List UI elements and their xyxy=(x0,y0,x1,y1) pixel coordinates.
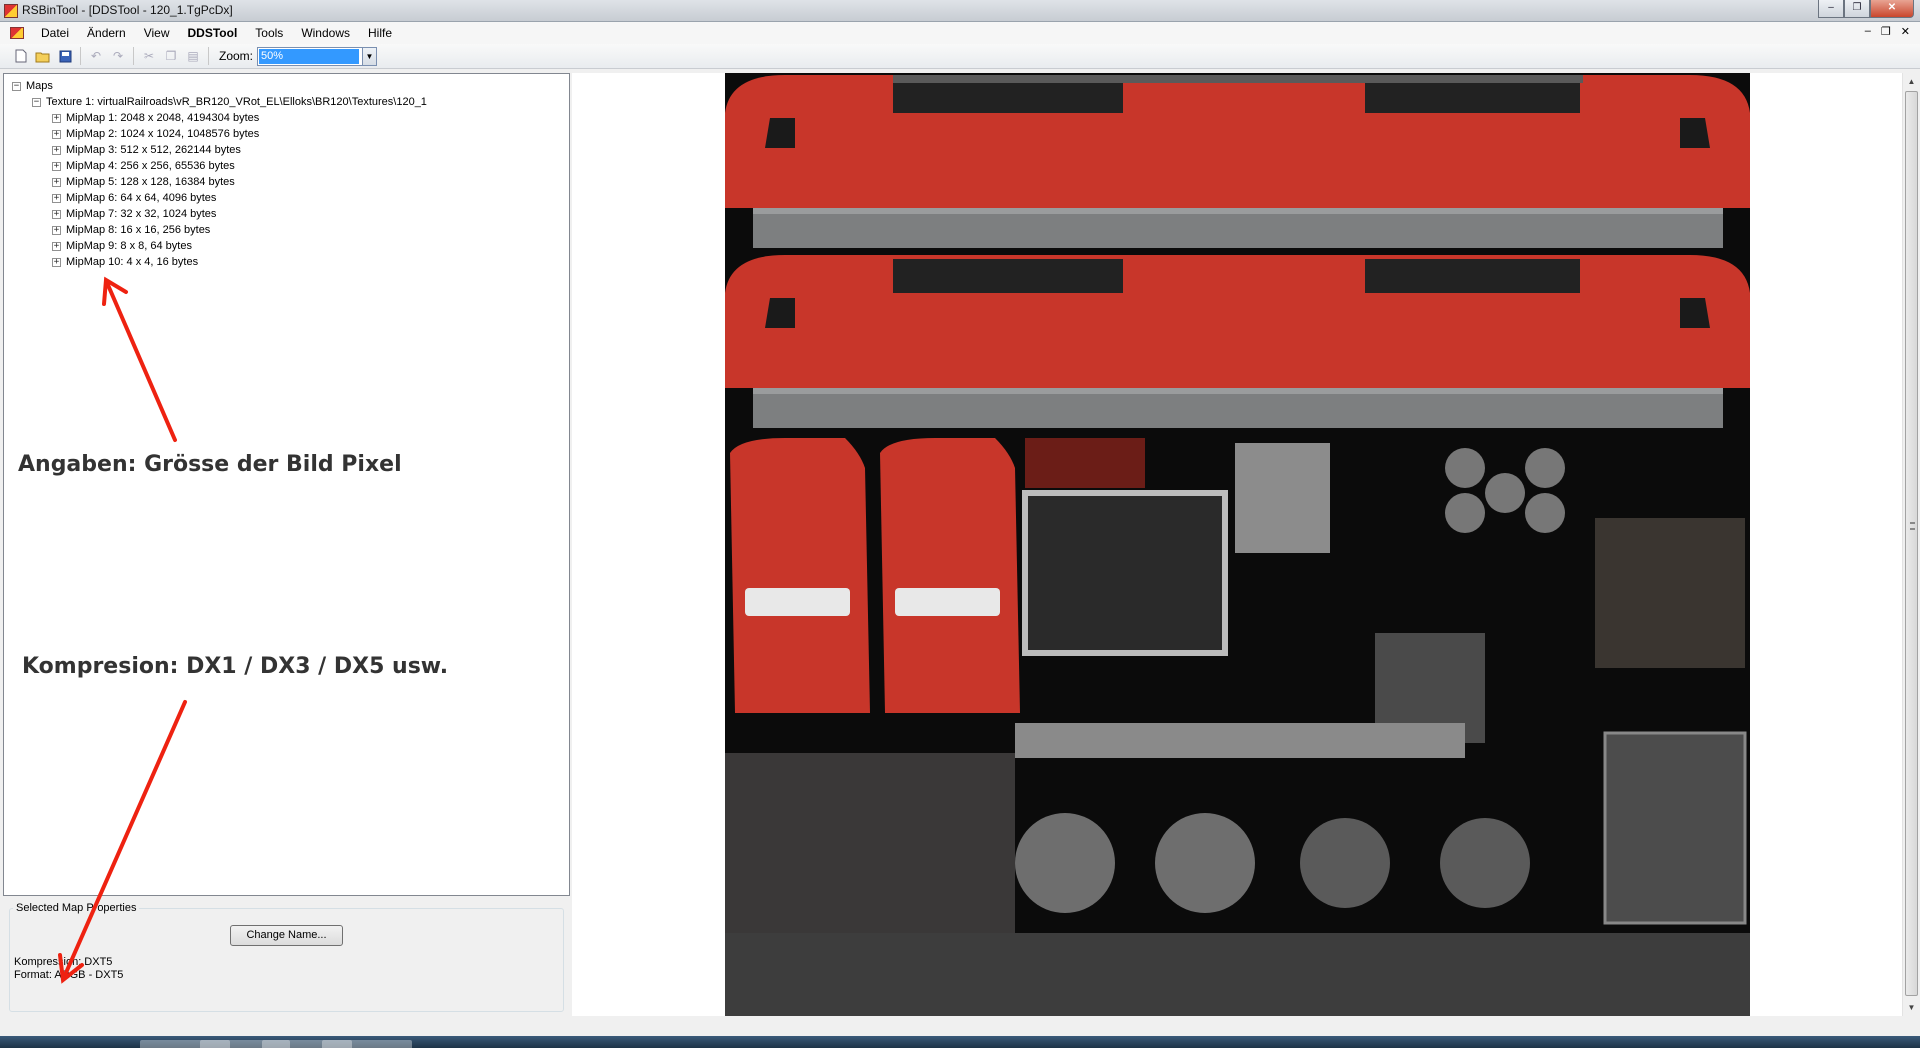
expand-icon[interactable]: + xyxy=(52,177,61,187)
expand-icon[interactable]: + xyxy=(52,257,61,267)
tree-node-mipmap[interactable]: + MipMap 10: 4 x 4, 16 bytes xyxy=(12,254,427,270)
tree-label: Texture 1: virtualRailroads\vR_BR120_VRo… xyxy=(46,96,427,108)
collapse-icon[interactable]: − xyxy=(32,97,41,107)
redo-icon[interactable]: ↷ xyxy=(107,46,129,66)
close-button[interactable]: ✕ xyxy=(1870,0,1914,18)
tree-label: MipMap 5: 128 x 128, 16384 bytes xyxy=(66,176,235,188)
tree-label: MipMap 4: 256 x 256, 65536 bytes xyxy=(66,160,235,172)
maps-tree-panel[interactable]: − Maps − Texture 1: virtualRailroads\vR_… xyxy=(3,73,570,896)
taskbar xyxy=(0,1036,1920,1048)
document-icon[interactable] xyxy=(10,27,24,39)
tree-label: MipMap 3: 512 x 512, 262144 bytes xyxy=(66,144,241,156)
tree-node-maps[interactable]: − Maps xyxy=(12,78,427,94)
toolbar: ↶ ↷ ✂ ❐ ▤ Zoom: 50% ▼ xyxy=(0,44,1920,69)
expand-icon[interactable]: + xyxy=(52,129,61,139)
collapse-icon[interactable]: − xyxy=(12,81,21,91)
menu-aendern[interactable]: Ändern xyxy=(78,22,135,44)
scroll-down-icon[interactable]: ▼ xyxy=(1903,999,1920,1016)
toolbar-separator xyxy=(208,47,209,65)
expand-icon[interactable]: + xyxy=(52,161,61,171)
minimize-button[interactable]: – xyxy=(1818,0,1844,18)
menu-bar: Datei Ändern View DDSTool Tools Windows … xyxy=(0,22,1920,44)
menu-tools[interactable]: Tools xyxy=(246,22,292,44)
mdi-restore-button[interactable]: ❐ xyxy=(1881,25,1891,38)
tree-label: MipMap 7: 32 x 32, 1024 bytes xyxy=(66,208,217,220)
expand-icon[interactable]: + xyxy=(52,241,61,251)
zoom-label: Zoom: xyxy=(219,49,254,63)
paste-icon[interactable]: ▤ xyxy=(182,46,204,66)
tree-node-mipmap[interactable]: + MipMap 2: 1024 x 1024, 1048576 bytes xyxy=(12,126,427,142)
tree-node-mipmap[interactable]: + MipMap 5: 128 x 128, 16384 bytes xyxy=(12,174,427,190)
mdi-minimize-button[interactable]: – xyxy=(1865,25,1871,38)
menu-hilfe[interactable]: Hilfe xyxy=(359,22,401,44)
tree-node-mipmap[interactable]: + MipMap 1: 2048 x 2048, 4194304 bytes xyxy=(12,110,427,126)
scroll-up-icon[interactable]: ▲ xyxy=(1903,73,1920,90)
mdi-close-button[interactable]: ✕ xyxy=(1901,25,1910,38)
format-value: Format: ARGB - DXT5 xyxy=(14,969,124,981)
properties-legend: Selected Map Properties xyxy=(13,902,140,914)
save-icon[interactable] xyxy=(54,46,76,66)
taskbar-button[interactable] xyxy=(322,1040,412,1048)
open-folder-icon[interactable] xyxy=(32,46,54,66)
app-icon[interactable] xyxy=(4,4,18,18)
title-bar: RSBinTool - [DDSTool - 120_1.TgPcDx] – ❐… xyxy=(0,0,1920,22)
menu-view[interactable]: View xyxy=(135,22,179,44)
expand-icon[interactable]: + xyxy=(52,193,61,203)
new-file-icon[interactable] xyxy=(10,46,32,66)
tree-label: Maps xyxy=(26,80,53,92)
annotation-compression: Kompresion: DX1 / DX3 / DX5 usw. xyxy=(22,654,449,679)
cut-icon[interactable]: ✂ xyxy=(138,46,160,66)
maximize-button[interactable]: ❐ xyxy=(1844,0,1870,18)
zoom-select[interactable]: 50% ▼ xyxy=(257,46,378,66)
tree-label: MipMap 6: 64 x 64, 4096 bytes xyxy=(66,192,217,204)
selected-map-properties: Selected Map Properties Change Name... K… xyxy=(3,898,570,1016)
scrollbar-thumb[interactable] xyxy=(1905,91,1918,996)
toolbar-separator xyxy=(133,47,134,65)
chevron-down-icon[interactable]: ▼ xyxy=(362,47,377,65)
vertical-scrollbar[interactable]: ▲ ▼ xyxy=(1902,73,1919,1016)
menu-datei[interactable]: Datei xyxy=(32,22,78,44)
menu-ddstool[interactable]: DDSTool xyxy=(179,22,247,44)
tree-node-mipmap[interactable]: + MipMap 7: 32 x 32, 1024 bytes xyxy=(12,206,427,222)
tree-label: MipMap 8: 16 x 16, 256 bytes xyxy=(66,224,211,236)
maps-tree: − Maps − Texture 1: virtualRailroads\vR_… xyxy=(12,78,427,270)
expand-icon[interactable]: + xyxy=(52,209,61,219)
toolbar-separator xyxy=(80,47,81,65)
texture-preview-image xyxy=(725,73,1750,1016)
menu-windows[interactable]: Windows xyxy=(292,22,359,44)
expand-icon[interactable]: + xyxy=(52,145,61,155)
copy-icon[interactable]: ❐ xyxy=(160,46,182,66)
window-controls: – ❐ ✕ xyxy=(1818,0,1914,18)
expand-icon[interactable]: + xyxy=(52,113,61,123)
tree-node-mipmap[interactable]: + MipMap 9: 8 x 8, 64 bytes xyxy=(12,238,427,254)
expand-icon[interactable]: + xyxy=(52,225,61,235)
change-name-button[interactable]: Change Name... xyxy=(230,925,343,946)
compression-value: Kompression: DXT5 xyxy=(14,956,113,968)
tree-node-mipmap[interactable]: + MipMap 6: 64 x 64, 4096 bytes xyxy=(12,190,427,206)
tree-label: MipMap 1: 2048 x 2048, 4194304 bytes xyxy=(66,112,260,124)
tree-label: MipMap 2: 1024 x 1024, 1048576 bytes xyxy=(66,128,260,140)
tree-node-mipmap[interactable]: + MipMap 8: 16 x 16, 256 bytes xyxy=(12,222,427,238)
tree-label: MipMap 10: 4 x 4, 16 bytes xyxy=(66,256,199,268)
mdi-controls: – ❐ ✕ xyxy=(1865,25,1910,38)
tree-node-texture[interactable]: − Texture 1: virtualRailroads\vR_BR120_V… xyxy=(12,94,427,110)
tree-label: MipMap 9: 8 x 8, 64 bytes xyxy=(66,240,192,252)
zoom-value[interactable]: 50% xyxy=(259,48,360,64)
tree-node-mipmap[interactable]: + MipMap 4: 256 x 256, 65536 bytes xyxy=(12,158,427,174)
window-title: RSBinTool - [DDSTool - 120_1.TgPcDx] xyxy=(22,3,233,17)
tree-node-mipmap[interactable]: + MipMap 3: 512 x 512, 262144 bytes xyxy=(12,142,427,158)
annotation-pixel-size: Angaben: Grösse der Bild Pixel xyxy=(18,452,402,477)
undo-icon[interactable]: ↶ xyxy=(85,46,107,66)
